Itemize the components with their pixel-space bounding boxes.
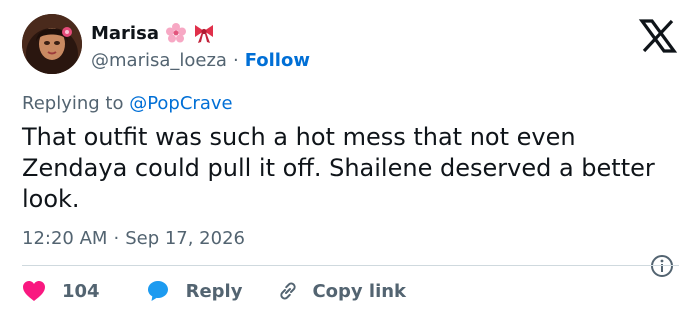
action-bar: 104 Reply Copy link xyxy=(22,278,406,304)
copy-link-label: Copy link xyxy=(312,280,407,302)
author-handle[interactable]: @marisa_loeza xyxy=(91,50,227,71)
avatar[interactable] xyxy=(22,14,82,74)
like-count: 104 xyxy=(62,280,100,302)
tweet-date[interactable]: Sep 17, 2026 xyxy=(125,228,245,249)
reply-mention-link[interactable]: @PopCrave xyxy=(129,93,232,114)
separator-dot: · xyxy=(232,49,239,71)
link-icon xyxy=(280,282,297,300)
reply-label: Reply xyxy=(185,280,243,302)
tweet-text: That outfit was such a hot mess that not… xyxy=(22,123,655,213)
speech-bubble-icon xyxy=(147,281,168,301)
ribbon-emoji-icon xyxy=(193,22,215,44)
divider xyxy=(22,265,679,266)
copy-link-button[interactable]: Copy link xyxy=(276,279,406,303)
heart-icon xyxy=(23,281,45,301)
separator-dot: · xyxy=(113,228,120,249)
handle-row: @marisa_loeza · Follow xyxy=(91,48,310,72)
x-logo-icon[interactable] xyxy=(638,18,678,54)
timestamp-row: 12:20 AM · Sep 17, 2026 xyxy=(22,228,245,249)
like-button[interactable]: 104 xyxy=(22,280,100,302)
info-icon[interactable] xyxy=(650,254,674,278)
display-name[interactable]: Marisa xyxy=(91,23,159,44)
cherry-blossom-emoji-icon xyxy=(165,22,187,44)
reply-button[interactable]: Reply xyxy=(146,279,243,303)
follow-button[interactable]: Follow xyxy=(245,50,310,71)
tweet-card: Marisa @marisa_loeza · Follow Replying t… xyxy=(0,0,700,318)
tweet-time[interactable]: 12:20 AM xyxy=(22,228,107,249)
replying-to-line: Replying to @PopCrave xyxy=(22,93,233,114)
author-name-row: Marisa xyxy=(91,20,215,46)
replying-to-label: Replying to xyxy=(22,93,130,114)
